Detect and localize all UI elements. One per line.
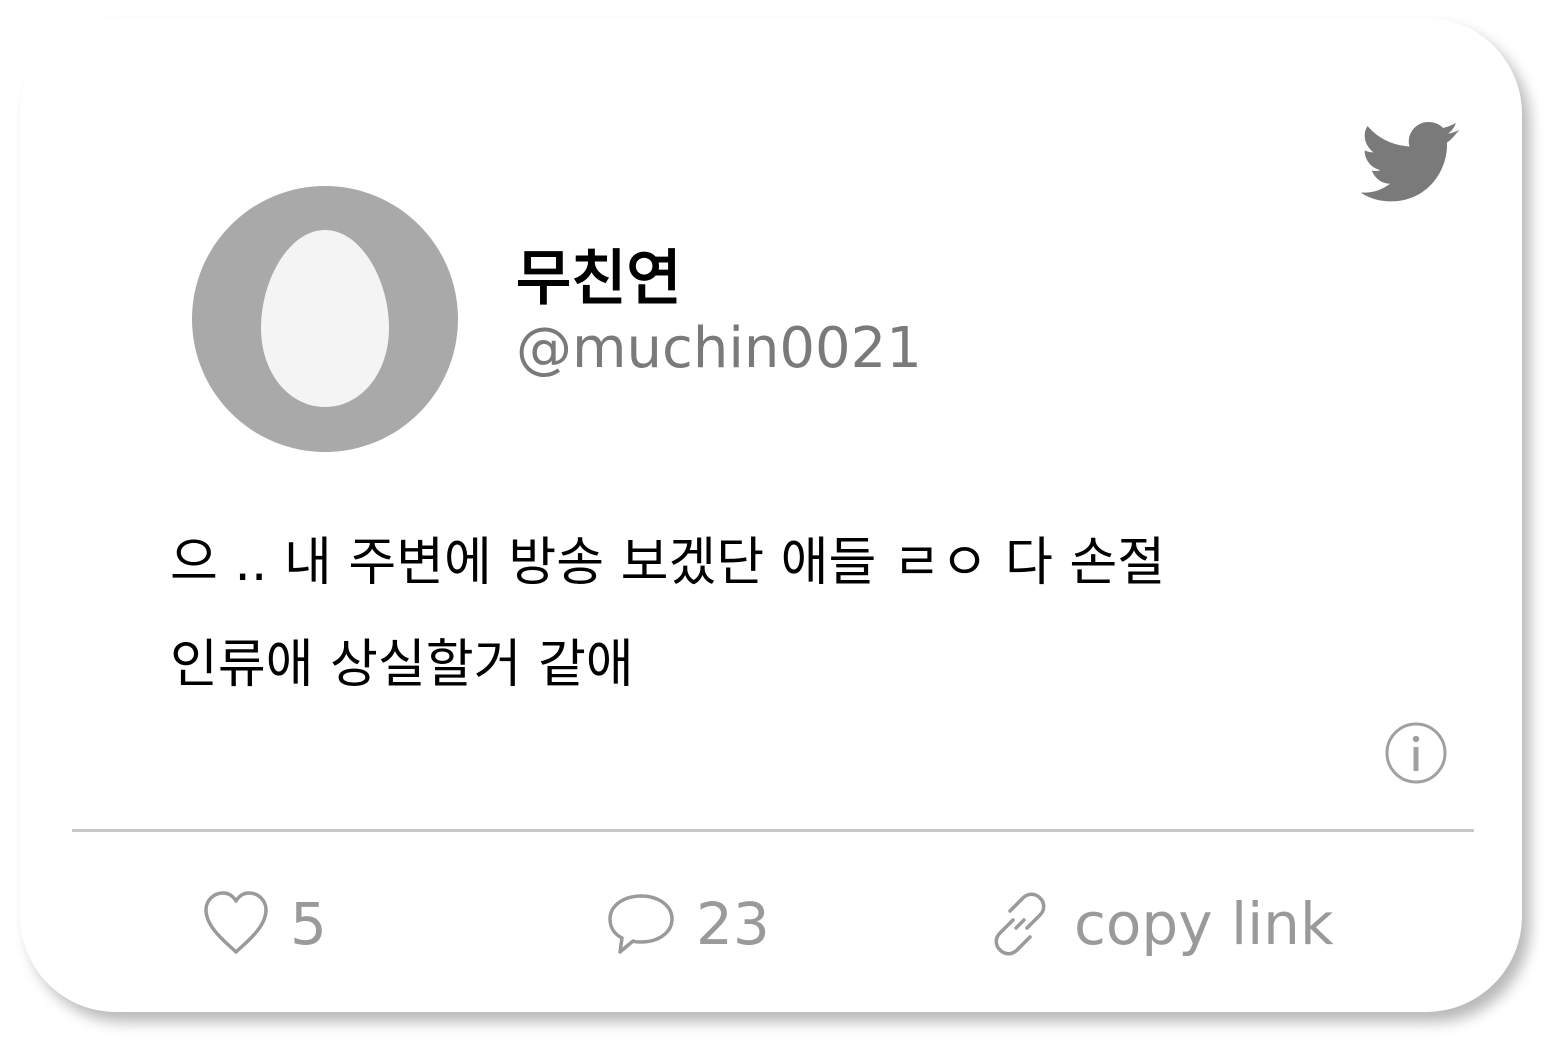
twitter-bird-icon[interactable] (1346, 116, 1462, 216)
like-count: 5 (290, 890, 327, 958)
copy-link-button[interactable]: copy link (986, 884, 1334, 964)
info-icon[interactable] (1384, 721, 1448, 785)
link-icon (994, 892, 1046, 956)
reply-button[interactable]: 23 (606, 884, 770, 964)
tweet-line: 인류애 상실할거 같애 (170, 635, 634, 695)
display-name[interactable]: 무친연 (516, 244, 682, 314)
heart-icon (204, 891, 268, 954)
divider (72, 829, 1474, 832)
tweet-text: 으 .. 내 주변에 방송 보겠단 애들 ㄹㅇ 다 손절 인류애 상실할거 같애 (170, 512, 1350, 716)
avatar[interactable] (192, 186, 458, 452)
speech-bubble-icon (608, 894, 674, 954)
tweet-line: 으 .. 내 주변에 방송 보겠단 애들 ㄹㅇ 다 손절 (170, 533, 1166, 593)
copy-link-label: copy link (1074, 890, 1334, 958)
like-button[interactable]: 5 (202, 884, 327, 964)
user-handle[interactable]: @muchin0021 (516, 314, 922, 384)
reply-count: 23 (696, 890, 770, 958)
